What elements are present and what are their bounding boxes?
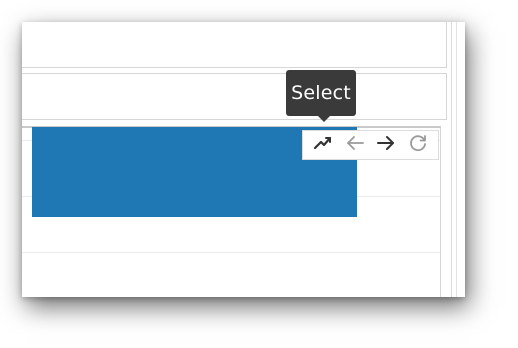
- back-button[interactable]: [342, 132, 368, 158]
- select-tooltip: Select: [286, 70, 356, 116]
- chart-modebar: [302, 130, 439, 160]
- middle-panel: [22, 73, 447, 120]
- arrow-right-icon: [375, 132, 397, 158]
- reset-icon: [407, 132, 429, 158]
- top-panel: [22, 22, 447, 68]
- app-window: Select: [22, 22, 465, 297]
- tooltip-arrow: [318, 116, 330, 122]
- reset-button[interactable]: [405, 132, 431, 158]
- forward-button[interactable]: [373, 132, 399, 158]
- select-line-icon: [312, 132, 334, 158]
- arrow-left-icon: [344, 132, 366, 158]
- select-button[interactable]: [310, 132, 336, 158]
- chart-gridline: [22, 252, 440, 253]
- vertical-scrollbar[interactable]: [451, 22, 465, 297]
- screenshot-frame: Select: [0, 0, 518, 348]
